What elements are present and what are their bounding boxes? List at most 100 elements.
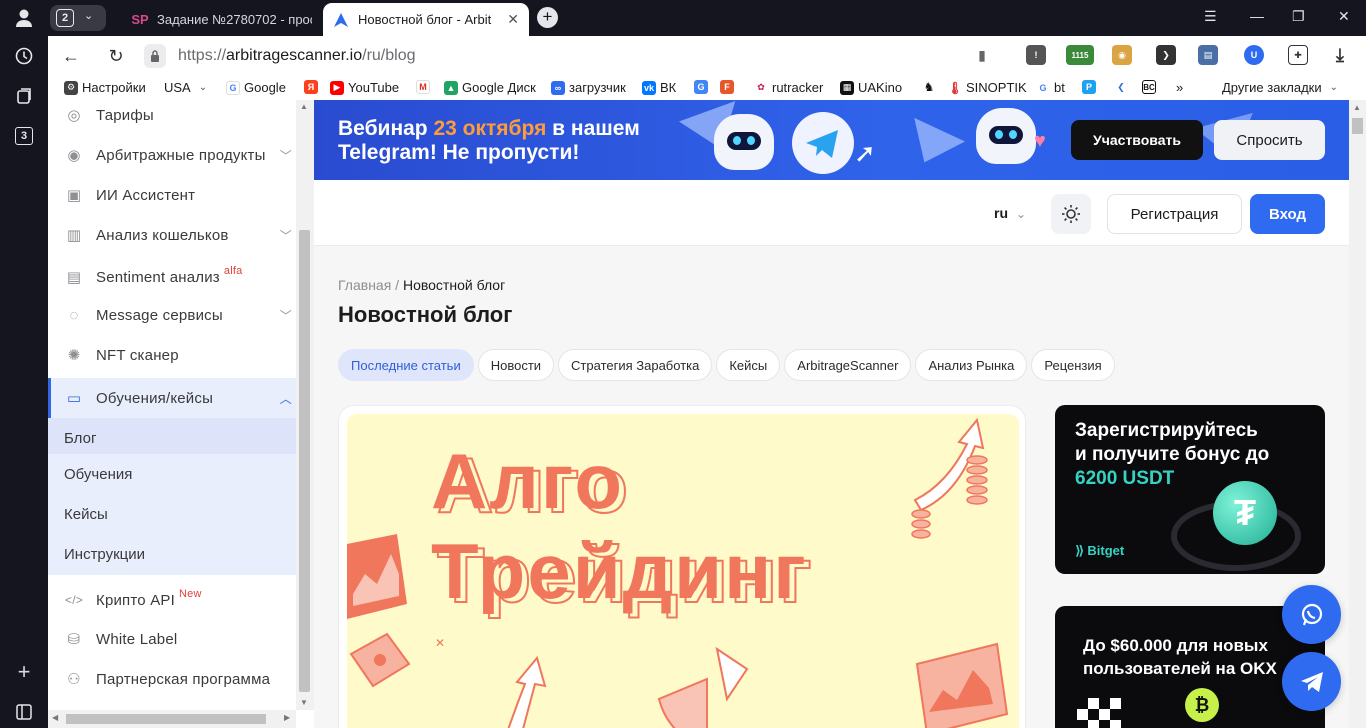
bookmark-bc[interactable]: BC — [1142, 80, 1160, 94]
login-button[interactable]: Вход — [1250, 194, 1325, 234]
sidebar-item-crypto-api[interactable]: </> Крипто API New — [48, 580, 296, 620]
bookmark-chess[interactable]: ♞ — [922, 80, 940, 94]
page-scroll-thumb[interactable] — [1352, 118, 1363, 134]
bookmark-usa[interactable]: USA ⌄ — [164, 80, 207, 95]
scroll-up-icon[interactable]: ▲ — [300, 102, 308, 111]
sidebar-item-white-label[interactable]: ⛁ White Label — [48, 619, 296, 659]
sidebar-hscroll-thumb[interactable] — [66, 714, 266, 724]
reload-icon[interactable]: ↻ — [105, 45, 127, 67]
sidebar-subitem-cases[interactable]: Кейсы — [48, 494, 296, 534]
youtube-icon: ▶ — [330, 80, 344, 95]
extension-shield-icon[interactable]: ! — [1026, 45, 1046, 65]
scroll-left-icon[interactable]: ◀ — [52, 713, 58, 722]
new-badge: New — [178, 588, 202, 600]
tab-cases[interactable]: Кейсы — [716, 349, 781, 381]
bookmark-p[interactable]: P — [1082, 80, 1100, 94]
bookmark-youtube[interactable]: ▶ YouTube — [330, 80, 399, 95]
bookmarks-more[interactable]: » — [1176, 80, 1183, 95]
extension-doc-icon[interactable]: ❯ — [1156, 45, 1176, 65]
bookmark-yandex[interactable]: Я — [304, 80, 322, 94]
bookmark-loader[interactable]: ∞ загрузчик — [551, 80, 626, 95]
tab-news[interactable]: Новости — [477, 349, 555, 381]
sidebar-item-ai-assistant[interactable]: ▣ ИИ Ассистент — [48, 175, 296, 215]
other-bookmarks[interactable]: Другие закладки ⌄ — [1222, 80, 1338, 95]
history-icon[interactable] — [12, 44, 36, 68]
sidebar-item-sentiment[interactable]: ▤ Sentiment анализ alfa — [48, 257, 296, 297]
download-icon[interactable]: ⤓ — [1330, 45, 1350, 65]
scroll-right-icon[interactable]: ▶ — [284, 713, 290, 722]
whatsapp-button[interactable] — [1282, 585, 1341, 644]
bookmark-rutracker[interactable]: ✿ rutracker — [754, 80, 823, 95]
extension-pig-icon[interactable]: ◉ — [1112, 45, 1132, 65]
breadcrumb-home[interactable]: Главная — [338, 277, 391, 293]
bookmark-google[interactable]: G Google — [226, 80, 286, 95]
scroll-up-icon[interactable]: ▲ — [1353, 103, 1361, 112]
join-button[interactable]: Участвовать — [1071, 120, 1203, 160]
tab-task[interactable]: SP Задание №2780702 - прос — [122, 3, 322, 36]
sidebar-subitem-instructions[interactable]: Инструкции — [48, 534, 296, 575]
sidebar-item-nft-scanner[interactable]: ✺ NFT сканер — [48, 335, 296, 375]
bitget-line2: и получите бонус до — [1075, 444, 1270, 465]
bookmark-uakino[interactable]: ▦ UAKino — [840, 80, 902, 95]
menu-icon[interactable]: ☰ — [1204, 8, 1217, 25]
sidebar-item-label: NFT сканер — [96, 346, 179, 364]
tab-group-button[interactable]: 2 ⌄ — [50, 5, 106, 31]
bookmark-vk[interactable]: vk ВК — [642, 80, 676, 95]
page-scrollbar[interactable]: ▲ — [1349, 100, 1366, 728]
restore-icon[interactable]: ❐ — [1292, 8, 1305, 25]
ask-button[interactable]: Спросить — [1214, 120, 1325, 160]
sidebar-scroll-thumb[interactable] — [299, 230, 310, 692]
window-close-icon[interactable]: ✕ — [1338, 8, 1350, 25]
tab-market-analysis[interactable]: Анализ Рынка — [915, 349, 1028, 381]
sidebar-item-message-services[interactable]: ◌ Message сервисы ﹀ — [48, 295, 296, 335]
extension-counter[interactable]: 1115 — [1066, 45, 1094, 65]
tab-latest[interactable]: Последние статьи — [338, 349, 474, 381]
extension-shield-blue-icon[interactable]: U — [1244, 45, 1264, 65]
add-panel-icon[interactable]: + — [12, 659, 36, 684]
profile-icon[interactable] — [12, 6, 36, 30]
sidebar-item-wallet-analysis[interactable]: ▥ Анализ кошельков ﹀ — [48, 215, 296, 255]
bookmark-gmail[interactable]: M — [416, 80, 434, 94]
close-icon[interactable]: ✕ — [507, 11, 519, 28]
tab-review[interactable]: Рецензия — [1031, 349, 1115, 381]
sidebar-hscrollbar[interactable]: ◀ ▶ — [48, 710, 296, 728]
register-button[interactable]: Регистрация — [1107, 194, 1242, 234]
sidebar-item-partner[interactable]: ⚇ Партнерская программа — [48, 659, 296, 699]
bookmark-sinoptik[interactable]: 🌡 SINOPTIK — [947, 80, 1026, 95]
new-tab-button[interactable]: + — [537, 7, 558, 28]
article-card[interactable]: Алго Алго Трейдинг Трейдинг ✕ — [338, 405, 1026, 728]
tab-arbitragescanner[interactable]: ArbitrageScanner — [784, 349, 912, 381]
sidebar-item-pricing[interactable]: ◎ Тарифы — [48, 100, 296, 135]
sidebar-subitem-label: Обучения — [64, 465, 133, 483]
minimize-icon[interactable]: — — [1250, 8, 1264, 24]
bitget-ad[interactable]: Зарегистрируйтесь и получите бонус до 62… — [1055, 405, 1325, 574]
bitget-ad-text: Зарегистрируйтесь и получите бонус до 62… — [1075, 419, 1269, 491]
tab-strategy[interactable]: Стратегия Заработка — [558, 349, 713, 381]
tab-blog[interactable]: Новостной блог - Arbit ✕ — [323, 3, 529, 36]
collections-icon[interactable] — [12, 84, 36, 108]
bookmark-translate[interactable]: G — [694, 80, 712, 94]
scroll-down-icon[interactable]: ▼ — [300, 698, 308, 707]
panel-badge-icon[interactable]: 3 — [12, 124, 36, 148]
sidebar-item-arbitrage-products[interactable]: ◉ Арбитражные продукты ﹀ — [48, 135, 296, 175]
bookmark-settings[interactable]: ⚙ Настройки — [64, 80, 146, 95]
sidebar-scrollbar[interactable]: ▲ ▼ — [296, 100, 314, 710]
sidebar-subitem-learning[interactable]: Обучения — [48, 454, 296, 494]
panel-settings-icon[interactable] — [12, 700, 36, 724]
bookmark-arrow[interactable]: ❮ — [1114, 80, 1132, 94]
sidebar-subitem-blog[interactable]: Блог — [48, 418, 296, 458]
sidebar-item-learning[interactable]: ▭ Обучения/кейсы ︿ — [48, 378, 296, 418]
telegram-button[interactable] — [1282, 652, 1341, 711]
bookmark-icon[interactable]: ▮ — [972, 45, 992, 65]
bookmark-bt[interactable]: Gbt — [1036, 80, 1065, 95]
extension-archive-icon[interactable]: ▤ — [1198, 45, 1218, 65]
bookmark-f[interactable]: F — [720, 80, 738, 94]
theme-toggle[interactable] — [1051, 194, 1091, 234]
lock-icon[interactable] — [144, 44, 166, 68]
back-icon[interactable]: ← — [60, 45, 82, 67]
webinar-banner[interactable]: ➚ ♥ Вебинар 23 октября в нашем Telegram!… — [314, 100, 1349, 180]
url-field[interactable]: https://arbitragescanner.io/ru/blog — [178, 47, 416, 65]
extensions-icon[interactable]: ✚ — [1288, 45, 1308, 65]
bookmark-gdrive[interactable]: ▲ Google Диск — [444, 80, 536, 95]
language-select[interactable]: ru ⌄ — [994, 205, 1026, 221]
